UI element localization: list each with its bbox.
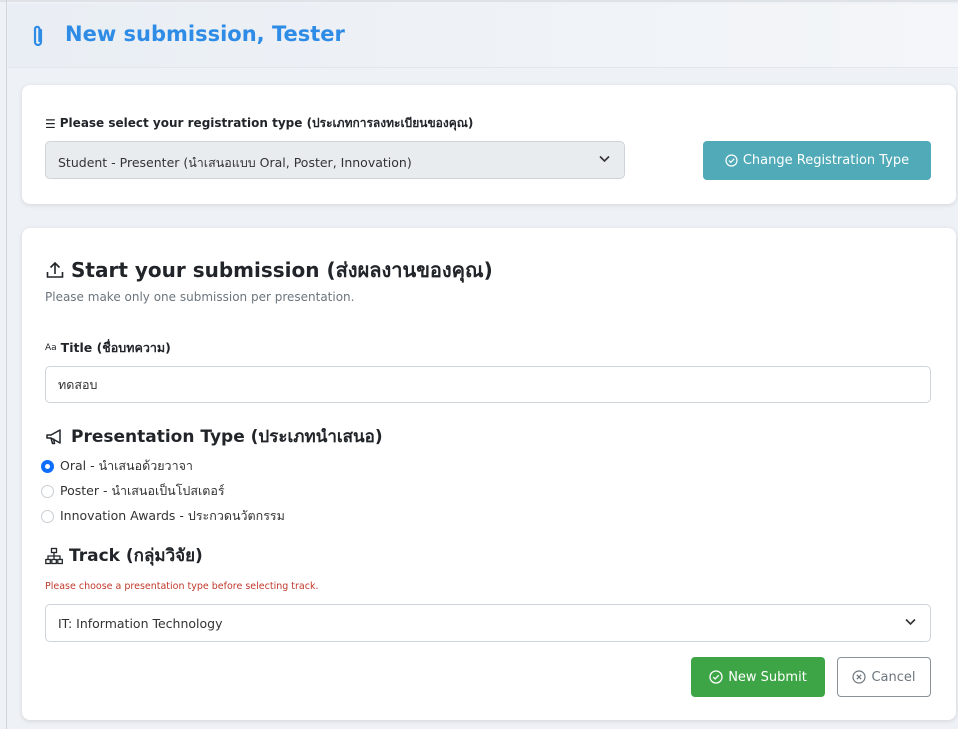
registration-label-text: Please select your registration type (ปร… [59,116,474,130]
presentation-type-heading-text: Presentation Type (ประเภทนำเสนอ) [71,427,383,447]
registration-type-select[interactable]: Student - Presenter (นำเสนอแบบ Oral, Pos… [45,141,625,179]
submission-title-text: Start your submission (ส่งผลงานของคุณ) [71,258,493,282]
radio-label: Innovation Awards - ประกวดนวัตกรรม [60,508,285,523]
cancel-label: Cancel [871,669,916,685]
check-circle-icon [725,154,738,167]
track-hint: Please choose a presentation type before… [45,581,319,592]
x-circle-icon [852,670,867,684]
track-select-value: IT: Information Technology [58,616,223,631]
page-header: New submission, Tester [8,4,958,68]
registration-card: ☰ Please select your registration type (… [22,85,956,204]
sitemap-icon [45,547,63,564]
submission-title: Start your submission (ส่งผลงานของคุณ) [45,254,493,286]
registration-label: ☰ Please select your registration type (… [45,114,473,133]
presentation-type-heading: Presentation Type (ประเภทนำเสนอ) [45,423,383,450]
radio-label: Poster - นำเสนอเป็นโปสเตอร์ [60,483,225,498]
registration-select-value: Student - Presenter (นำเสนอแบบ Oral, Pos… [58,155,412,170]
radio-label: Oral - นำเสนอด้วยวาจา [60,458,193,473]
upload-icon [46,261,64,278]
chevron-down-icon [599,155,610,163]
new-submit-label: New Submit [728,669,807,685]
radio-button[interactable] [41,484,54,498]
top-border [0,0,958,2]
page-title: New submission, Tester [65,22,345,46]
megaphone-icon [46,428,61,444]
title-field-label: Aa Title (ชื่อบทความ) [45,338,171,358]
track-select[interactable]: IT: Information Technology [45,604,931,642]
title-input[interactable] [45,366,931,403]
title-field-label-text: Title (ชื่อบทความ) [60,340,171,355]
track-heading: Track (กลุ่มวิจัย) [45,542,203,569]
cancel-button[interactable]: Cancel [837,657,931,697]
radio-button[interactable] [41,509,54,523]
change-registration-button[interactable]: Change Registration Type [703,141,931,180]
left-border [6,0,7,729]
change-registration-label: Change Registration Type [742,153,910,168]
submission-description: Please make only one submission per pres… [45,290,355,304]
radio-option-poster[interactable]: Poster - นำเสนอเป็นโปสเตอร์ [41,481,225,501]
new-submit-button[interactable]: New Submit [691,657,825,697]
radio-button[interactable] [41,459,54,473]
text-format-icon: Aa [45,343,57,353]
radio-option-oral[interactable]: Oral - นำเสนอด้วยวาจา [41,456,193,476]
check-circle-icon [709,670,723,684]
submission-card: Start your submission (ส่งผลงานของคุณ) P… [22,228,956,720]
track-heading-text: Track (กลุ่มวิจัย) [69,546,203,566]
paperclip-icon [33,25,43,47]
radio-option-innovation[interactable]: Innovation Awards - ประกวดนวัตกรรม [41,506,285,526]
chevron-down-icon [905,618,916,626]
list-icon: ☰ [45,116,56,131]
